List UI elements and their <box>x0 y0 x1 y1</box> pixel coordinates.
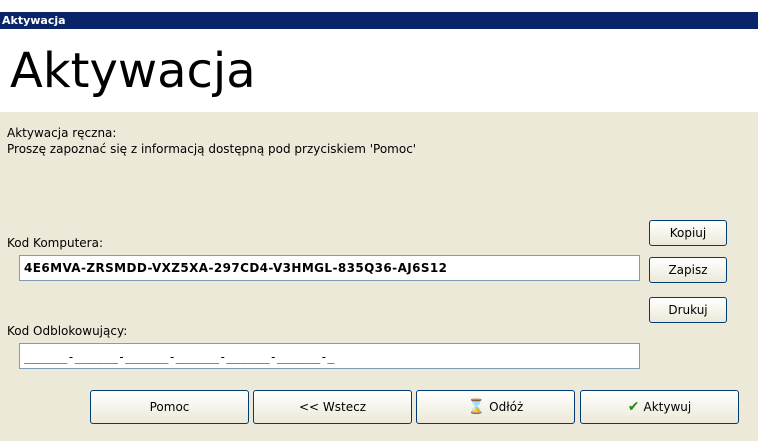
info-line-1: Aktywacja ręczna: <box>7 126 117 140</box>
info-line-2: Proszę zapoznać się z informacją dostępn… <box>7 142 417 156</box>
window-titlebar: Aktywacja <box>0 12 758 29</box>
activate-button-label: Aktywuj <box>643 400 692 414</box>
print-button[interactable]: Drukuj <box>649 297 727 323</box>
checkmark-icon: ✔ <box>627 399 640 415</box>
copy-button-label: Kopiuj <box>669 226 707 240</box>
dialog-body: Aktywacja ręczna: Proszę zapoznać się z … <box>0 112 758 441</box>
computer-code-value: 4E6MVA-ZRSMDD-VXZ5XA-297CD4-V3HMGL-835Q3… <box>24 261 448 275</box>
copy-button[interactable]: Kopiuj <box>649 220 727 246</box>
page-title: Aktywacja <box>10 43 256 99</box>
hourglass-icon: ⌛ <box>467 399 486 415</box>
info-text: Aktywacja ręczna: Proszę zapoznać się z … <box>7 125 416 157</box>
window-title: Aktywacja <box>2 14 66 27</box>
help-button[interactable]: Pomoc <box>90 390 249 424</box>
print-button-label: Drukuj <box>668 303 708 317</box>
unlock-code-field[interactable]: ______-______-______-______-______-_____… <box>19 343 640 369</box>
postpone-button[interactable]: ⌛ Odłóż <box>416 390 575 424</box>
save-button-label: Zapisz <box>668 263 708 277</box>
save-button[interactable]: Zapisz <box>649 257 727 283</box>
postpone-button-label: Odłóż <box>489 400 524 414</box>
unlock-code-label: Kod Odblokowujący: <box>7 324 128 338</box>
computer-code-field[interactable]: 4E6MVA-ZRSMDD-VXZ5XA-297CD4-V3HMGL-835Q3… <box>19 255 640 281</box>
header: Aktywacja <box>0 29 758 112</box>
help-button-label: Pomoc <box>149 400 190 414</box>
back-button[interactable]: << Wstecz <box>253 390 412 424</box>
computer-code-label: Kod Komputera: <box>7 236 103 250</box>
unlock-code-mask: ______-______-______-______-______-_____… <box>24 350 335 364</box>
back-button-label: << Wstecz <box>298 400 367 414</box>
activate-button[interactable]: ✔ Aktywuj <box>580 390 739 424</box>
